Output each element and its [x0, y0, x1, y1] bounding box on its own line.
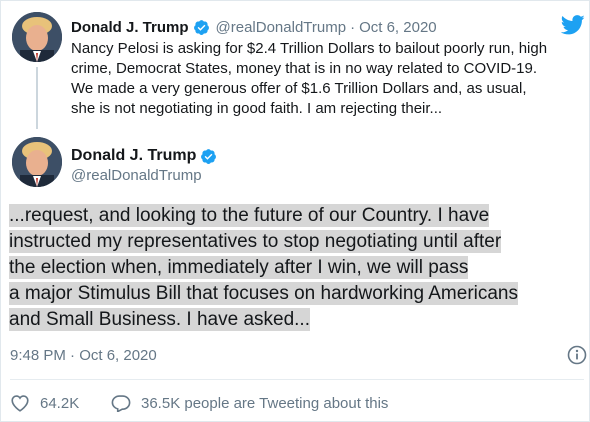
- author-name[interactable]: Donald J. Trump: [71, 19, 189, 36]
- like-count: 64.2K: [40, 394, 80, 412]
- conversation-count: 36.5K people are Tweeting about this: [141, 394, 389, 412]
- heart-icon: [11, 395, 29, 412]
- expanded-author-name[interactable]: Donald J. Trump: [71, 147, 196, 165]
- text-line: and Small Business. I have asked...: [9, 308, 310, 331]
- divider: [10, 379, 584, 380]
- expanded-author-row: Donald J. Trump: [71, 146, 217, 166]
- text-line: the election when, immediately after I w…: [9, 256, 469, 279]
- text-line: ...request, and looking to the future of…: [9, 204, 490, 227]
- thread-connector-line: [36, 67, 38, 129]
- expanded-author-handle[interactable]: @realDonaldTrump: [71, 167, 202, 184]
- text-line: a major Stimulus Bill that focuses on ha…: [9, 282, 519, 305]
- embedded-tweet-card: Donald J. Trump @realDonaldTrump · Oct 6…: [0, 0, 590, 422]
- speech-bubble-icon: [111, 395, 131, 412]
- info-icon[interactable]: [567, 345, 587, 365]
- twitter-bird-icon[interactable]: [561, 15, 585, 35]
- header-separator: ·: [350, 18, 356, 36]
- tweet-header: Donald J. Trump @realDonaldTrump · Oct 6…: [71, 17, 437, 37]
- verified-badge-icon: [201, 148, 217, 164]
- tweet-timestamp[interactable]: 9:48 PM · Oct 6, 2020: [10, 347, 157, 364]
- author-handle[interactable]: @realDonaldTrump: [216, 19, 347, 36]
- expanded-author-avatar[interactable]: [12, 137, 62, 187]
- conversation-link[interactable]: 36.5K people are Tweeting about this: [111, 393, 388, 413]
- tweet-date[interactable]: Oct 6, 2020: [359, 19, 437, 36]
- text-line: instructed my representatives to stop ne…: [9, 230, 502, 253]
- verified-badge-icon: [193, 19, 209, 35]
- expanded-tweet-text: ...request, and looking to the future of…: [9, 203, 589, 333]
- tweet-text: Nancy Pelosi is asking for $2.4 Trillion…: [71, 40, 548, 117]
- like-button[interactable]: 64.2K: [10, 393, 79, 413]
- author-avatar[interactable]: [12, 12, 62, 62]
